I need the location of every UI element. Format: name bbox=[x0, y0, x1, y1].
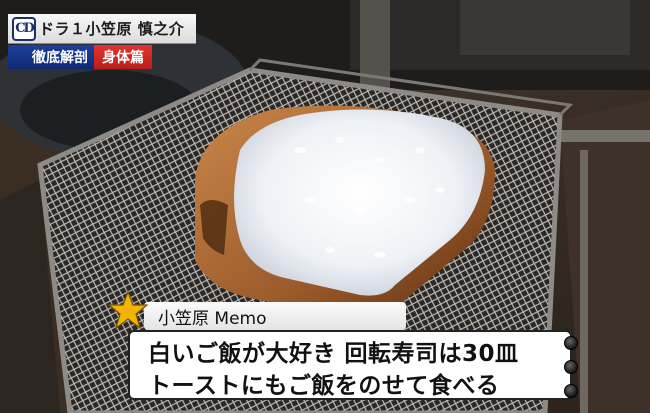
binder-ring-icon bbox=[564, 384, 578, 398]
binder-rings bbox=[562, 334, 580, 398]
memo-note: 白いご飯が大好き 回転寿司は30皿 トーストにもご飯をのせて食べる bbox=[128, 330, 578, 400]
caption-title: ドラ１小笠原 慎之介 bbox=[39, 20, 185, 38]
team-logo-icon: CD bbox=[12, 16, 36, 41]
memo-line-1: 白いご飯が大好き 回転寿司は30皿 bbox=[148, 341, 519, 367]
caption-subtitle-right: 身体篇 bbox=[94, 45, 152, 69]
tv-frame: CD ドラ１小笠原 慎之介 徹底解剖 身体篇 小笠原 Memo 白いご飯が大好き… bbox=[0, 0, 650, 413]
memo-line-2: トーストにもご飯をのせて食べる bbox=[148, 373, 500, 399]
star-icon bbox=[108, 290, 148, 330]
binder-ring-icon bbox=[564, 336, 578, 350]
memo-label: 小笠原 Memo bbox=[144, 302, 406, 330]
caption-title-bar: CD ドラ１小笠原 慎之介 bbox=[8, 14, 196, 44]
program-caption: CD ドラ１小笠原 慎之介 徹底解剖 身体篇 bbox=[8, 14, 196, 69]
caption-subtitle-bar: 徹底解剖 身体篇 bbox=[8, 45, 196, 69]
caption-subtitle-left: 徹底解剖 bbox=[8, 45, 94, 69]
binder-ring-icon bbox=[564, 360, 578, 374]
